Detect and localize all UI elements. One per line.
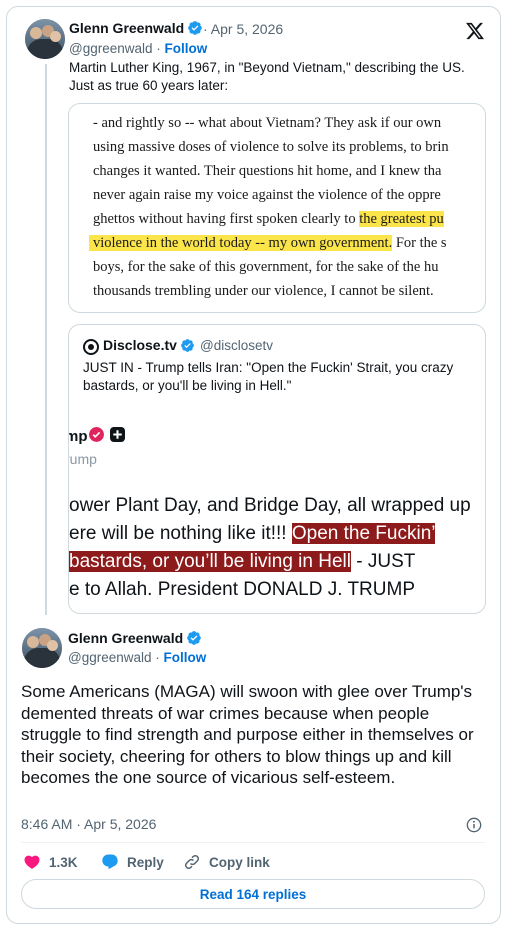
- flag-badge-icon: [110, 427, 125, 442]
- like-count: 1.3K: [49, 854, 78, 870]
- quoted-text: JUST IN - Trump tells Iran: "Open the Fu…: [83, 360, 454, 393]
- quoted-tweet[interactable]: Disclose.tv @disclosetv JUST IN - Trump …: [68, 324, 486, 614]
- post-text-line: Just as true 60 years later:: [69, 78, 229, 93]
- avatar[interactable]: [22, 628, 62, 668]
- copy-link-label: Copy link: [209, 854, 270, 870]
- avatar[interactable]: [25, 19, 65, 59]
- image-text-line: ere will be nothing like it!!! Open the …: [69, 523, 436, 544]
- scan-line: using massive doses of violence to solve…: [93, 139, 449, 155]
- verified-badge-icon: [188, 21, 202, 35]
- link-icon: [184, 854, 200, 870]
- scan-line: thousands trembling under our violence, …: [93, 283, 434, 299]
- post-text-line: Martin Luther King, 1967, in "Beyond Vie…: [69, 60, 465, 75]
- image-text-line: e to Allah. President DONALD J. TRUMP: [69, 579, 415, 600]
- read-replies-button[interactable]: Read 164 replies: [21, 879, 485, 909]
- post-image[interactable]: - and rightly so -- what about Vietnam? …: [68, 103, 486, 313]
- post-date[interactable]: · Apr 5, 2026: [203, 21, 283, 37]
- scan-line: changes it wanted. Their questions hit h…: [93, 163, 442, 179]
- quoted-author-handle: @disclosetv: [200, 338, 273, 353]
- scan-line: violence in the world today -- my own go…: [89, 235, 447, 252]
- highlighted-text: violence in the world today -- my own go…: [89, 235, 393, 251]
- info-icon[interactable]: [466, 817, 482, 833]
- author-name[interactable]: Glenn Greenwald: [69, 20, 203, 36]
- divider: [21, 842, 485, 843]
- highlighted-text: Open the Fuckin’: [291, 523, 436, 544]
- scan-line: ghettos without having first spoken clea…: [93, 211, 444, 227]
- post-text: Some Americans (MAGA) will swoon with gl…: [21, 682, 474, 788]
- highlighted-text: bastards, or you’ll be living in Hell: [69, 551, 351, 572]
- follow-button[interactable]: Follow: [164, 650, 207, 665]
- quoted-image: mp rump ower Plant Day, and Bridge Day, …: [68, 413, 485, 600]
- x-logo-icon[interactable]: [465, 21, 485, 41]
- reply-bubble-icon: [102, 854, 118, 870]
- author-handle: @ggreenwald · Follow: [69, 41, 208, 56]
- scanned-text-image: - and rightly so -- what about Vietnam? …: [69, 104, 485, 312]
- scan-line: never again raise my voice against the v…: [93, 187, 441, 203]
- scan-line: - and rightly so -- what about Vietnam? …: [93, 115, 442, 131]
- image-author-name: mp: [69, 428, 88, 445]
- author-name[interactable]: Glenn Greenwald: [68, 630, 202, 646]
- verified-badge-icon: [181, 339, 194, 352]
- copy-link-button[interactable]: Copy link: [183, 852, 270, 872]
- verified-badge-icon: [187, 631, 201, 645]
- follow-button[interactable]: Follow: [165, 41, 208, 56]
- image-author-handle: rump: [68, 451, 97, 467]
- quoted-author-name: Disclose.tv: [103, 337, 195, 353]
- highlighted-text: the greatest pu: [359, 211, 444, 227]
- scan-line: boys, for the sake of this government, f…: [93, 259, 439, 275]
- author-handle: @ggreenwald · Follow: [68, 650, 207, 665]
- heart-icon: [24, 855, 40, 869]
- reply-button[interactable]: Reply: [101, 852, 164, 872]
- reply-label: Reply: [127, 854, 164, 870]
- like-button[interactable]: 1.3K: [23, 852, 78, 872]
- post-timestamp[interactable]: 8:46 AM · Apr 5, 2026: [21, 816, 156, 832]
- disclose-tv-avatar-icon: [83, 339, 99, 355]
- thread-line: [45, 64, 47, 615]
- image-text-line: bastards, or you’ll be living in Hell - …: [69, 551, 416, 572]
- red-badge-icon: [89, 427, 104, 442]
- image-text-line: ower Plant Day, and Bridge Day, all wrap…: [69, 495, 471, 516]
